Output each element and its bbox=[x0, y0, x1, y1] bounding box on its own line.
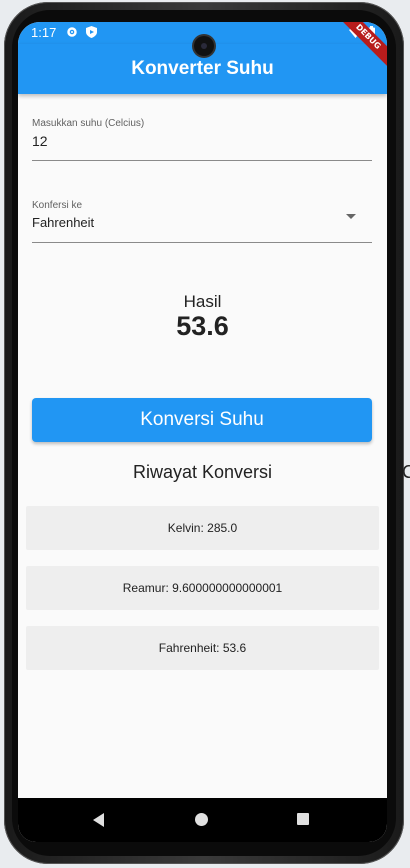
app-title: Konverter Suhu bbox=[131, 58, 274, 79]
result-label: Hasil bbox=[183, 292, 222, 311]
convert-button[interactable]: Konversi Suhu bbox=[32, 398, 372, 442]
status-icons-left bbox=[66, 26, 97, 42]
temperature-input-value[interactable]: 12 bbox=[32, 133, 372, 149]
navigation-bar bbox=[18, 798, 387, 842]
front-camera bbox=[194, 36, 214, 56]
edge-text: C bbox=[402, 462, 410, 482]
app-screen: 1:17 Konverter Suhu DEBUG Masukkan suhu … bbox=[18, 22, 387, 842]
status-time: 1:17 bbox=[31, 25, 57, 40]
history-item: Fahrenheit: 53.6 bbox=[26, 626, 379, 670]
temperature-input-field[interactable]: Masukkan suhu (Celcius) 12 bbox=[32, 118, 372, 161]
shield-icon bbox=[86, 26, 97, 42]
conversion-dropdown-label: Konfersi ke bbox=[32, 200, 83, 211]
recent-apps-icon[interactable] bbox=[297, 813, 309, 825]
chevron-down-icon[interactable] bbox=[346, 214, 356, 219]
history-item: Kelvin: 285.0 bbox=[26, 506, 379, 550]
home-icon[interactable] bbox=[195, 813, 208, 826]
temperature-input-label: Masukkan suhu (Celcius) bbox=[32, 118, 145, 129]
conversion-dropdown[interactable]: Konfersi ke Fahrenheit bbox=[32, 200, 372, 243]
history-item: Reamur: 9.600000000000001 bbox=[26, 566, 379, 610]
gear-icon bbox=[66, 26, 78, 42]
result-value: 53.6 bbox=[176, 311, 229, 341]
back-icon[interactable] bbox=[93, 813, 104, 827]
history-title: Riwayat Konversi bbox=[132, 462, 273, 482]
conversion-dropdown-value[interactable]: Fahrenheit bbox=[32, 215, 372, 230]
